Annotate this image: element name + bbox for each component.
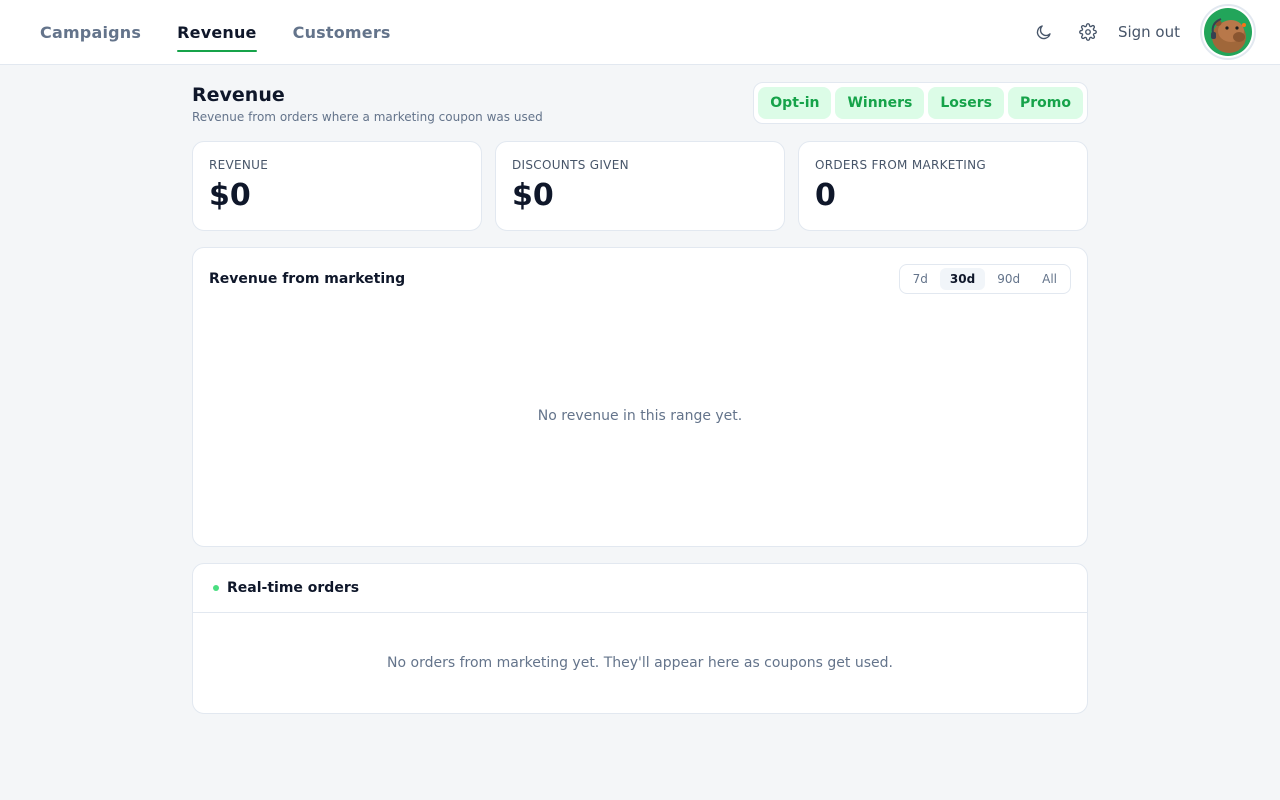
- nav-tab-campaigns[interactable]: Campaigns: [40, 17, 141, 48]
- range-toggle: 7d 30d 90d All: [898, 264, 1071, 294]
- theme-toggle-button[interactable]: [1022, 10, 1066, 54]
- filter-losers[interactable]: Losers: [928, 87, 1004, 119]
- range-30d-button[interactable]: 30d: [939, 268, 986, 290]
- range-7d-button[interactable]: 7d: [903, 268, 938, 290]
- settings-button[interactable]: [1066, 10, 1110, 54]
- page-title: Revenue: [192, 84, 285, 106]
- stats-row: REVENUE $0 DISCOUNTS GIVEN $0 ORDERS FRO…: [192, 141, 1088, 231]
- chart-header: Revenue from marketing 7d 30d 90d All: [209, 264, 1071, 294]
- nav-tab-customers[interactable]: Customers: [293, 17, 391, 48]
- stat-label: ORDERS FROM MARKETING: [815, 158, 987, 172]
- top-navigation-bar: Campaigns Revenue Customers Sign out: [0, 0, 1280, 65]
- nav-tab-revenue[interactable]: Revenue: [177, 17, 257, 52]
- capybara-avatar-icon: [1204, 8, 1252, 56]
- sign-out-link[interactable]: Sign out: [1118, 23, 1180, 41]
- header-actions: Sign out: [1022, 4, 1256, 60]
- orders-title: Real-time orders: [227, 580, 360, 596]
- user-avatar[interactable]: [1200, 4, 1256, 60]
- stat-value: 0: [815, 178, 836, 213]
- stat-card-revenue: REVENUE $0: [192, 141, 482, 231]
- moon-icon: [1036, 25, 1051, 40]
- filter-promo[interactable]: Promo: [1008, 87, 1083, 119]
- page-header: Revenue Revenue from orders where a mark…: [192, 82, 1088, 141]
- revenue-chart-card: Revenue from marketing 7d 30d 90d All No…: [192, 247, 1088, 547]
- chart-empty-message: No revenue in this range yet.: [537, 408, 743, 424]
- stat-value: $0: [512, 178, 554, 213]
- stat-label: DISCOUNTS GIVEN: [512, 158, 629, 172]
- range-all-button[interactable]: All: [1032, 268, 1067, 290]
- live-indicator-dot: [213, 585, 219, 591]
- stat-card-discounts: DISCOUNTS GIVEN $0: [495, 141, 785, 231]
- filter-opt-in[interactable]: Opt-in: [758, 87, 832, 119]
- stat-card-orders: ORDERS FROM MARKETING 0: [798, 141, 1088, 231]
- gear-icon: [1079, 23, 1097, 41]
- segment-filter-group: Opt-in Winners Losers Promo: [753, 82, 1088, 124]
- main-nav: Campaigns Revenue Customers: [40, 0, 391, 64]
- orders-empty-message: No orders from marketing yet. They'll ap…: [387, 655, 893, 671]
- stat-label: REVENUE: [209, 158, 269, 172]
- orders-header: Real-time orders: [193, 564, 1087, 613]
- page-heading-group: Revenue Revenue from orders where a mark…: [192, 82, 543, 124]
- filter-winners[interactable]: Winners: [835, 87, 925, 119]
- realtime-orders-card: Real-time orders No orders from marketin…: [192, 563, 1088, 714]
- range-90d-button[interactable]: 90d: [987, 268, 1030, 290]
- chart-title: Revenue from marketing: [209, 271, 406, 287]
- page-subtitle: Revenue from orders where a marketing co…: [192, 110, 543, 124]
- stat-value: $0: [209, 178, 251, 213]
- revenue-page: Revenue Revenue from orders where a mark…: [192, 65, 1088, 714]
